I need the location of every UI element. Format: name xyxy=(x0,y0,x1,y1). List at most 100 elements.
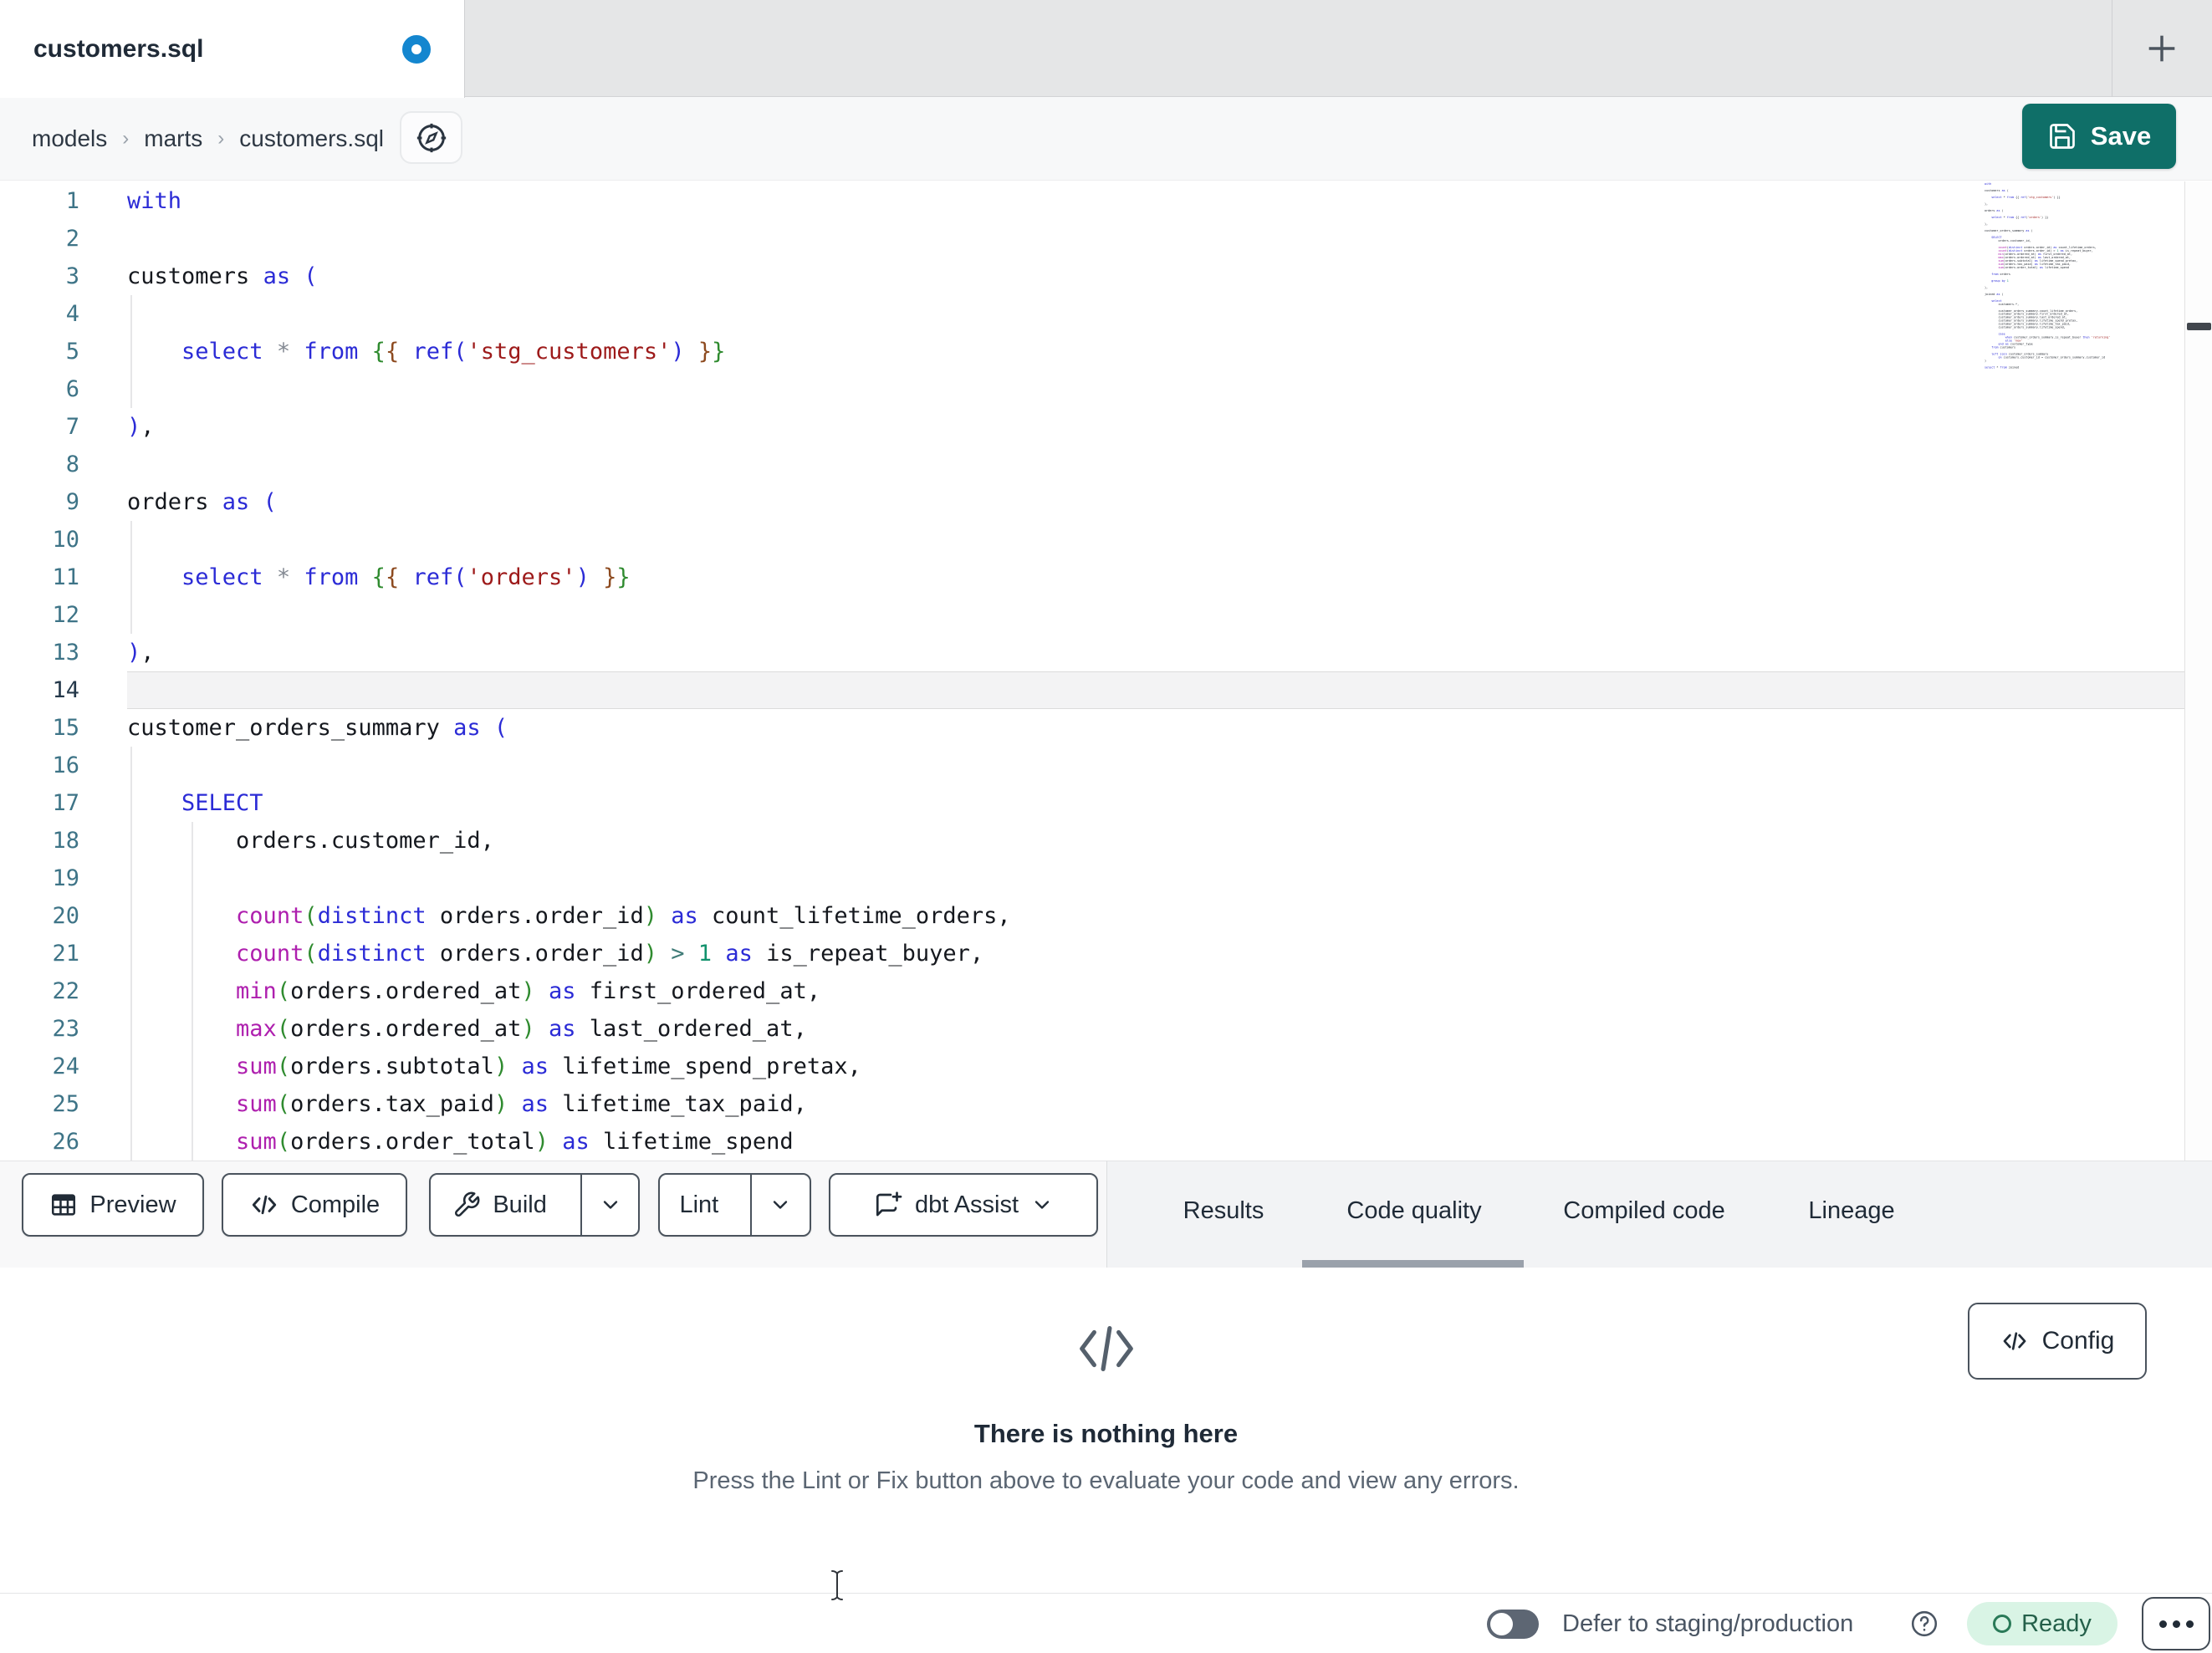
editor-scrollbar[interactable] xyxy=(2184,181,2212,1161)
ellipsis-icon xyxy=(2172,1620,2180,1628)
code-line-5[interactable]: 5 select * from {{ ref('stg_customers') … xyxy=(0,333,2184,370)
code-line-20[interactable]: 20 count(distinct orders.order_id) as co… xyxy=(0,897,2184,935)
indent-guide xyxy=(130,747,132,1161)
build-dropdown-button[interactable] xyxy=(580,1175,638,1235)
code-text xyxy=(127,671,2184,709)
code-line-22[interactable]: 22 min(orders.ordered_at) as first_order… xyxy=(0,972,2184,1010)
status-bar: Defer to staging/production Ready xyxy=(0,1593,2212,1653)
table-icon xyxy=(52,1194,76,1216)
line-number: 22 xyxy=(52,978,79,1004)
line-number: 23 xyxy=(52,1016,79,1042)
tab-compiled-code[interactable]: Compiled code xyxy=(1548,1161,1740,1260)
tab-lineage-label: Lineage xyxy=(1808,1196,1895,1224)
line-number: 13 xyxy=(52,640,79,666)
code-line-6[interactable]: 6 xyxy=(0,370,2184,408)
code-line-11[interactable]: 11 select * from {{ ref('orders') }} xyxy=(0,559,2184,596)
code-line-7[interactable]: 7), xyxy=(0,408,2184,446)
code-text: orders as ( xyxy=(127,489,277,515)
scrollbar-thumb[interactable] xyxy=(2187,323,2211,330)
ellipsis-icon xyxy=(2158,1620,2167,1628)
empty-state-subtitle: Press the Lint or Fix button above to ev… xyxy=(692,1467,1520,1494)
code-line-16[interactable]: 16 xyxy=(0,747,2184,784)
tab-compiled-code-label: Compiled code xyxy=(1563,1196,1725,1224)
tab-code-quality[interactable]: Code quality xyxy=(1315,1161,1513,1260)
plus-icon xyxy=(2148,35,2175,62)
line-number: 26 xyxy=(52,1129,79,1155)
defer-toggle[interactable] xyxy=(1487,1610,1539,1639)
line-number: 12 xyxy=(52,602,79,628)
code-line-18[interactable]: 18 orders.customer_id, xyxy=(0,822,2184,860)
overflow-menu-button[interactable] xyxy=(2142,1597,2210,1650)
build-split-button: Build xyxy=(429,1173,640,1237)
code-line-8[interactable]: 8 xyxy=(0,446,2184,483)
breadcrumb-bar: models › marts › customers.sql Save xyxy=(0,97,2212,181)
breadcrumb-separator: › xyxy=(217,127,225,150)
dbt-assist-button-label: dbt Assist xyxy=(914,1191,1019,1218)
action-toolbar: Preview Compile Build Lint dbt Assist xyxy=(0,1161,1106,1268)
line-number: 7 xyxy=(65,414,79,440)
code-line-19[interactable]: 19 xyxy=(0,860,2184,897)
preview-button[interactable]: Preview xyxy=(22,1173,204,1237)
breadcrumb-item-file: customers.sql xyxy=(239,125,384,151)
code-line-4[interactable]: 4 xyxy=(0,295,2184,333)
save-button[interactable]: Save xyxy=(2022,104,2176,169)
editor[interactable]: 1 with 2 3 customers as (4 5 select * from {{… xyxy=(0,181,2212,1161)
code-line-10[interactable]: 10 xyxy=(0,521,2184,559)
lint-dropdown-button[interactable] xyxy=(749,1175,810,1235)
breadcrumb: models › marts › customers.sql xyxy=(32,97,384,181)
code-text: min(orders.ordered_at) as first_ordered_… xyxy=(236,978,821,1004)
tab-results[interactable]: Results xyxy=(1169,1161,1278,1260)
indent-guide xyxy=(192,822,193,1161)
code-line-24[interactable]: 24 sum(orders.subtotal) as lifetime_spen… xyxy=(0,1048,2184,1085)
config-button[interactable]: Config xyxy=(1968,1303,2147,1380)
line-number: 15 xyxy=(52,715,79,741)
code-line-23[interactable]: 23 max(orders.ordered_at) as last_ordere… xyxy=(0,1010,2184,1048)
compile-button[interactable]: Compile xyxy=(222,1173,407,1237)
code-text: count(distinct orders.order_id) > 1 as i… xyxy=(236,941,984,967)
code-line-21[interactable]: 21 count(distinct orders.order_id) > 1 a… xyxy=(0,935,2184,972)
wrench-icon xyxy=(455,1191,480,1217)
help-icon[interactable] xyxy=(1909,1609,1939,1643)
line-number: 25 xyxy=(52,1091,79,1117)
code-line-12[interactable]: 12 xyxy=(0,596,2184,634)
lint-split-button: Lint xyxy=(658,1173,811,1237)
locate-in-file-tree-button[interactable] xyxy=(400,111,462,164)
line-number: 24 xyxy=(52,1054,79,1079)
line-number: 20 xyxy=(52,903,79,929)
code-line-9[interactable]: 9 orders as ( xyxy=(0,483,2184,521)
dbt-ide-window: customers.sql models › marts › customers… xyxy=(0,0,2212,1653)
lint-button[interactable]: Lint xyxy=(660,1175,738,1235)
line-number: 18 xyxy=(52,828,79,854)
code-text: with xyxy=(127,188,182,214)
code-line-2[interactable]: 2 xyxy=(0,220,2184,258)
code-line-15[interactable]: 15 customer_orders_summary as ( xyxy=(0,709,2184,747)
code-line-13[interactable]: 13), xyxy=(0,634,2184,671)
code-line-14[interactable]: 14 xyxy=(0,671,2184,709)
line-number: 10 xyxy=(52,527,79,553)
build-button[interactable]: Build xyxy=(431,1175,569,1235)
ellipsis-icon xyxy=(2185,1620,2194,1628)
new-tab-button[interactable] xyxy=(2142,28,2182,69)
status-badge: Ready xyxy=(1967,1602,2117,1645)
defer-label: Defer to staging/production xyxy=(1562,1610,1854,1637)
code-line-3[interactable]: 3 customers as ( xyxy=(0,258,2184,295)
tab-lineage[interactable]: Lineage xyxy=(1797,1161,1906,1260)
empty-state-title: There is nothing here xyxy=(973,1419,1239,1448)
code-line-17[interactable]: 17 SELECT xyxy=(0,784,2184,822)
line-number: 17 xyxy=(52,790,79,816)
minimap[interactable]: with customers as ( select * from {{ ref… xyxy=(1985,182,2141,379)
code-line-25[interactable]: 25 sum(orders.tax_paid) as lifetime_tax_… xyxy=(0,1085,2184,1123)
breadcrumb-item-marts[interactable]: marts xyxy=(144,125,202,152)
line-number: 2 xyxy=(65,226,79,252)
code-line-26[interactable]: 26 sum(orders.order_total) as lifetime_s… xyxy=(0,1123,2184,1161)
dbt-assist-button[interactable]: dbt Assist xyxy=(829,1173,1098,1237)
line-number: 9 xyxy=(65,489,79,515)
config-button-label: Config xyxy=(2041,1327,2115,1355)
breadcrumb-item-models[interactable]: models xyxy=(32,125,107,152)
tab-code-quality-label: Code quality xyxy=(1346,1196,1482,1224)
file-tab-customers-sql[interactable]: customers.sql xyxy=(0,0,465,98)
code-line-1[interactable]: 1 with xyxy=(0,182,2184,220)
line-number: 11 xyxy=(52,564,79,590)
